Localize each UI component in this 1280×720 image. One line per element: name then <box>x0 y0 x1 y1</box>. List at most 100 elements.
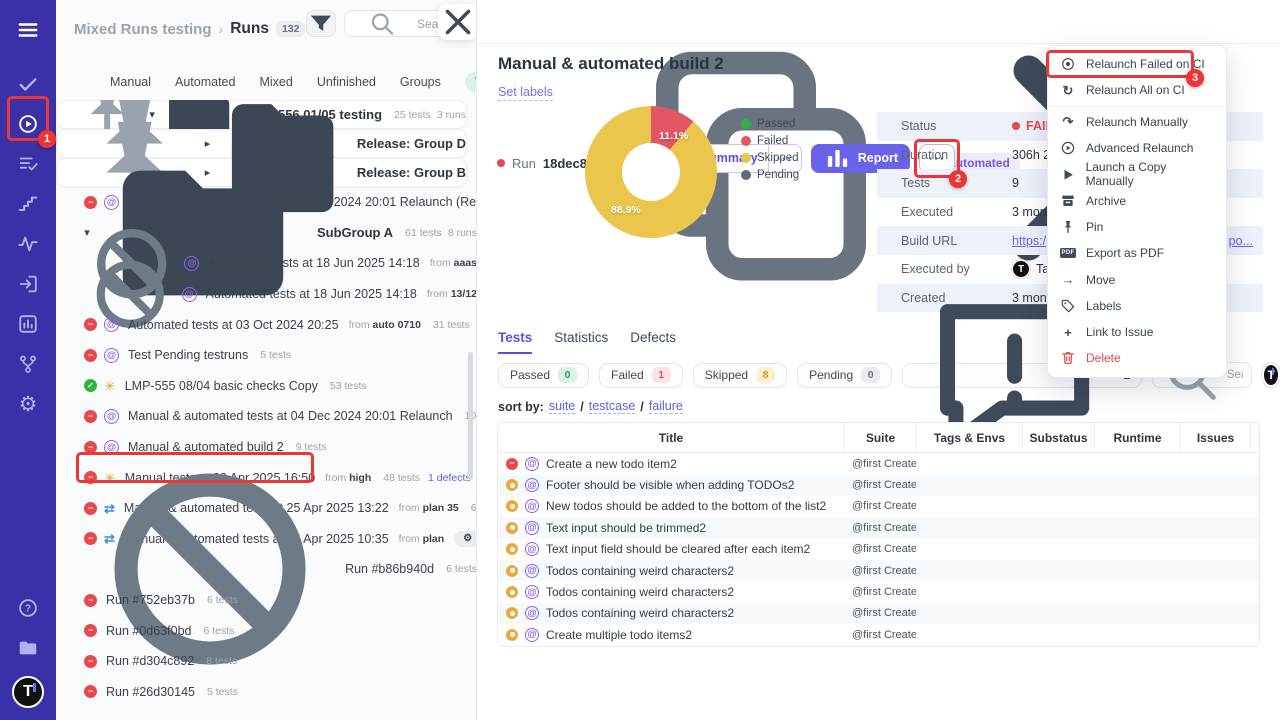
run-list-item[interactable]: −@Manual & automated tests at 04 Dec 202… <box>56 401 477 432</box>
folder-icon <box>17 637 39 659</box>
run-list-item[interactable]: −Run #0d63f0bd6 tests <box>56 615 477 646</box>
build-url-link[interactable]: https:/ <box>1012 234 1046 248</box>
menu-item-pin[interactable]: Pin <box>1048 214 1226 240</box>
sidebar-item-chart[interactable] <box>0 304 56 344</box>
target-icon <box>1060 56 1076 72</box>
sidebar-item-steps[interactable] <box>0 184 56 224</box>
menu-item-relaunch-failed-on-ci[interactable]: Relaunch Failed on CI3 <box>1048 51 1226 77</box>
test-row[interactable]: @Todos containing weird characters2@firs… <box>498 603 1260 624</box>
run-list-item[interactable]: ✓✳LMP-555 08/04 basic checks Copy53 test… <box>56 371 477 402</box>
import-icon <box>17 273 39 295</box>
runs-panel-close-button[interactable] <box>438 4 477 40</box>
filter-chip-failed[interactable]: Failed1 <box>599 363 683 388</box>
sort-link-suite[interactable]: suite <box>549 399 575 414</box>
sort-link-failure[interactable]: failure <box>649 399 683 414</box>
build-url-link-end[interactable]: po... <box>1229 234 1263 248</box>
menu-item-relaunch-manually[interactable]: ↷Relaunch Manually <box>1048 109 1226 135</box>
automated-run-icon: @ <box>525 606 539 620</box>
legend-label: Passed <box>757 118 795 130</box>
run-list-item[interactable]: Run #b86b940d6 tests <box>56 554 477 585</box>
play-icon <box>1060 167 1076 183</box>
menu-item-launch-a-copy-manually[interactable]: Launch a Copy Manually <box>1048 161 1226 187</box>
tab-defects[interactable]: Defects <box>630 330 676 354</box>
run-list-item[interactable]: −Run #752eb37b6 tests <box>56 585 477 616</box>
sidebar-item-folder[interactable] <box>0 628 56 668</box>
run-list-item[interactable]: −Run #d304c8928 tests <box>56 646 477 677</box>
user-avatar[interactable]: T <box>12 676 44 708</box>
column-header-title[interactable]: Title <box>498 423 844 452</box>
test-row[interactable]: @Footer should be visible when adding TO… <box>498 474 1260 495</box>
runs-tab-manual[interactable]: Manual <box>110 75 151 89</box>
tab-statistics[interactable]: Statistics <box>554 330 608 354</box>
menu-item-advanced-relaunch[interactable]: Advanced Relaunch <box>1048 135 1226 161</box>
runs-tab-unfinished[interactable]: Unfinished <box>317 75 376 89</box>
sidebar-item-help[interactable]: ? <box>0 588 56 628</box>
test-row[interactable]: @Text input field should be cleared afte… <box>498 539 1260 560</box>
filter-chip-passed[interactable]: Passed0 <box>498 363 589 388</box>
check-icon <box>17 73 39 95</box>
menu-item-link-to-issue[interactable]: +Link to Issue <box>1048 319 1226 345</box>
runs-tab-mixed[interactable]: Mixed <box>259 75 292 89</box>
menu-item-archive[interactable]: Archive <box>1048 187 1226 213</box>
sidebar-item-settings[interactable]: ⚙ <box>0 384 56 424</box>
runs-tab-groups[interactable]: Groups <box>400 75 441 89</box>
filter-chip-skipped[interactable]: Skipped8 <box>693 363 787 388</box>
sort-link-testcase[interactable]: testcase <box>589 399 636 414</box>
breadcrumb-project[interactable]: Mixed Runs testing <box>74 21 212 38</box>
group-tests-count: 61 tests <box>405 227 442 239</box>
menu-item-delete[interactable]: Delete <box>1048 345 1226 371</box>
column-header-issues[interactable]: Issues <box>1180 423 1250 452</box>
group-label: SubGroup A <box>317 225 393 240</box>
test-title: Text input field should be cleared after… <box>546 542 810 556</box>
assignee-avatar[interactable]: T <box>1262 363 1280 387</box>
run-tests-count: 6 tests <box>204 625 235 637</box>
run-list-item[interactable]: @Automated tests at 18 Jun 2025 14:18fro… <box>56 279 477 310</box>
test-row[interactable]: @Create multiple todo items2@first Creat… <box>498 624 1260 645</box>
test-row[interactable]: −@Create a new todo item2@first Create .… <box>498 453 1260 474</box>
skipped-status-icon <box>506 565 518 577</box>
menu-item-export-as-pdf[interactable]: PDFExport as PDF <box>1048 240 1226 266</box>
tests-table: TitleSuiteTags & EnvsSubstatusRuntimeIss… <box>497 422 1260 647</box>
test-row[interactable]: @Todos containing weird characters2@firs… <box>498 560 1260 581</box>
run-list-item[interactable]: −Run #26d301455 tests <box>56 677 477 708</box>
tag-icon <box>1060 298 1076 314</box>
test-title-cell: @Text input should be trimmed2 <box>498 521 844 535</box>
runs-tab-to[interactable]: To <box>465 72 477 92</box>
column-header-tags-envs[interactable]: Tags & Envs <box>916 423 1022 452</box>
run-title: Manual & automated build 2 <box>498 54 724 74</box>
tests-search-input[interactable] <box>1227 369 1243 381</box>
sidebar-item-menu[interactable] <box>0 10 56 50</box>
run-tests-count: 31 tests <box>433 319 470 331</box>
column-header-suite[interactable]: Suite <box>844 423 916 452</box>
sidebar-item-list-check[interactable] <box>0 144 56 184</box>
automated-run-icon: @ <box>184 256 199 271</box>
run-label: Manual & automated tests at 04 Dec 2024 … <box>128 409 453 423</box>
column-header-runtime[interactable]: Runtime <box>1094 423 1180 452</box>
sidebar-item-check[interactable] <box>0 64 56 104</box>
runs-panel: Mixed Runs testing › Runs 132 ManualAuto… <box>56 0 477 720</box>
search-icon <box>353 10 411 37</box>
run-tests-count: 5 tests <box>207 686 238 698</box>
test-row[interactable]: @Todos containing weird characters2@firs… <box>498 581 1260 602</box>
tab-tests[interactable]: Tests <box>498 330 532 354</box>
column-header-substatus[interactable]: Substatus <box>1022 423 1094 452</box>
run-list-item[interactable]: −@Automated tests at 03 Oct 2024 20:25fr… <box>56 309 477 340</box>
plus-icon: + <box>1060 326 1076 339</box>
filter-chip-pending[interactable]: Pending0 <box>797 363 892 388</box>
sidebar-item-activity[interactable] <box>0 224 56 264</box>
run-list-item[interactable]: −@Test Pending testruns5 tests <box>56 340 477 371</box>
test-suite-cell: @first Create ... <box>844 543 916 555</box>
filter-button[interactable] <box>306 10 336 37</box>
sidebar-item-branch[interactable] <box>0 344 56 384</box>
column-header-assigned-to[interactable]: Assigned To <box>1250 423 1260 452</box>
test-row[interactable]: @New todos should be added to the bottom… <box>498 496 1260 517</box>
menu-item-move[interactable]: →Move <box>1048 266 1226 292</box>
runs-list-scrollbar[interactable] <box>468 352 473 480</box>
test-row[interactable]: @Text input should be trimmed2@first Cre… <box>498 517 1260 538</box>
runs-tab-automated[interactable]: Automated <box>175 75 235 89</box>
run-defects-link[interactable]: 1 defects <box>428 472 471 484</box>
legend-dot <box>741 136 751 146</box>
sidebar-item-import[interactable] <box>0 264 56 304</box>
set-labels-link[interactable]: Set labels <box>498 85 553 101</box>
menu-item-labels[interactable]: Labels <box>1048 293 1226 319</box>
